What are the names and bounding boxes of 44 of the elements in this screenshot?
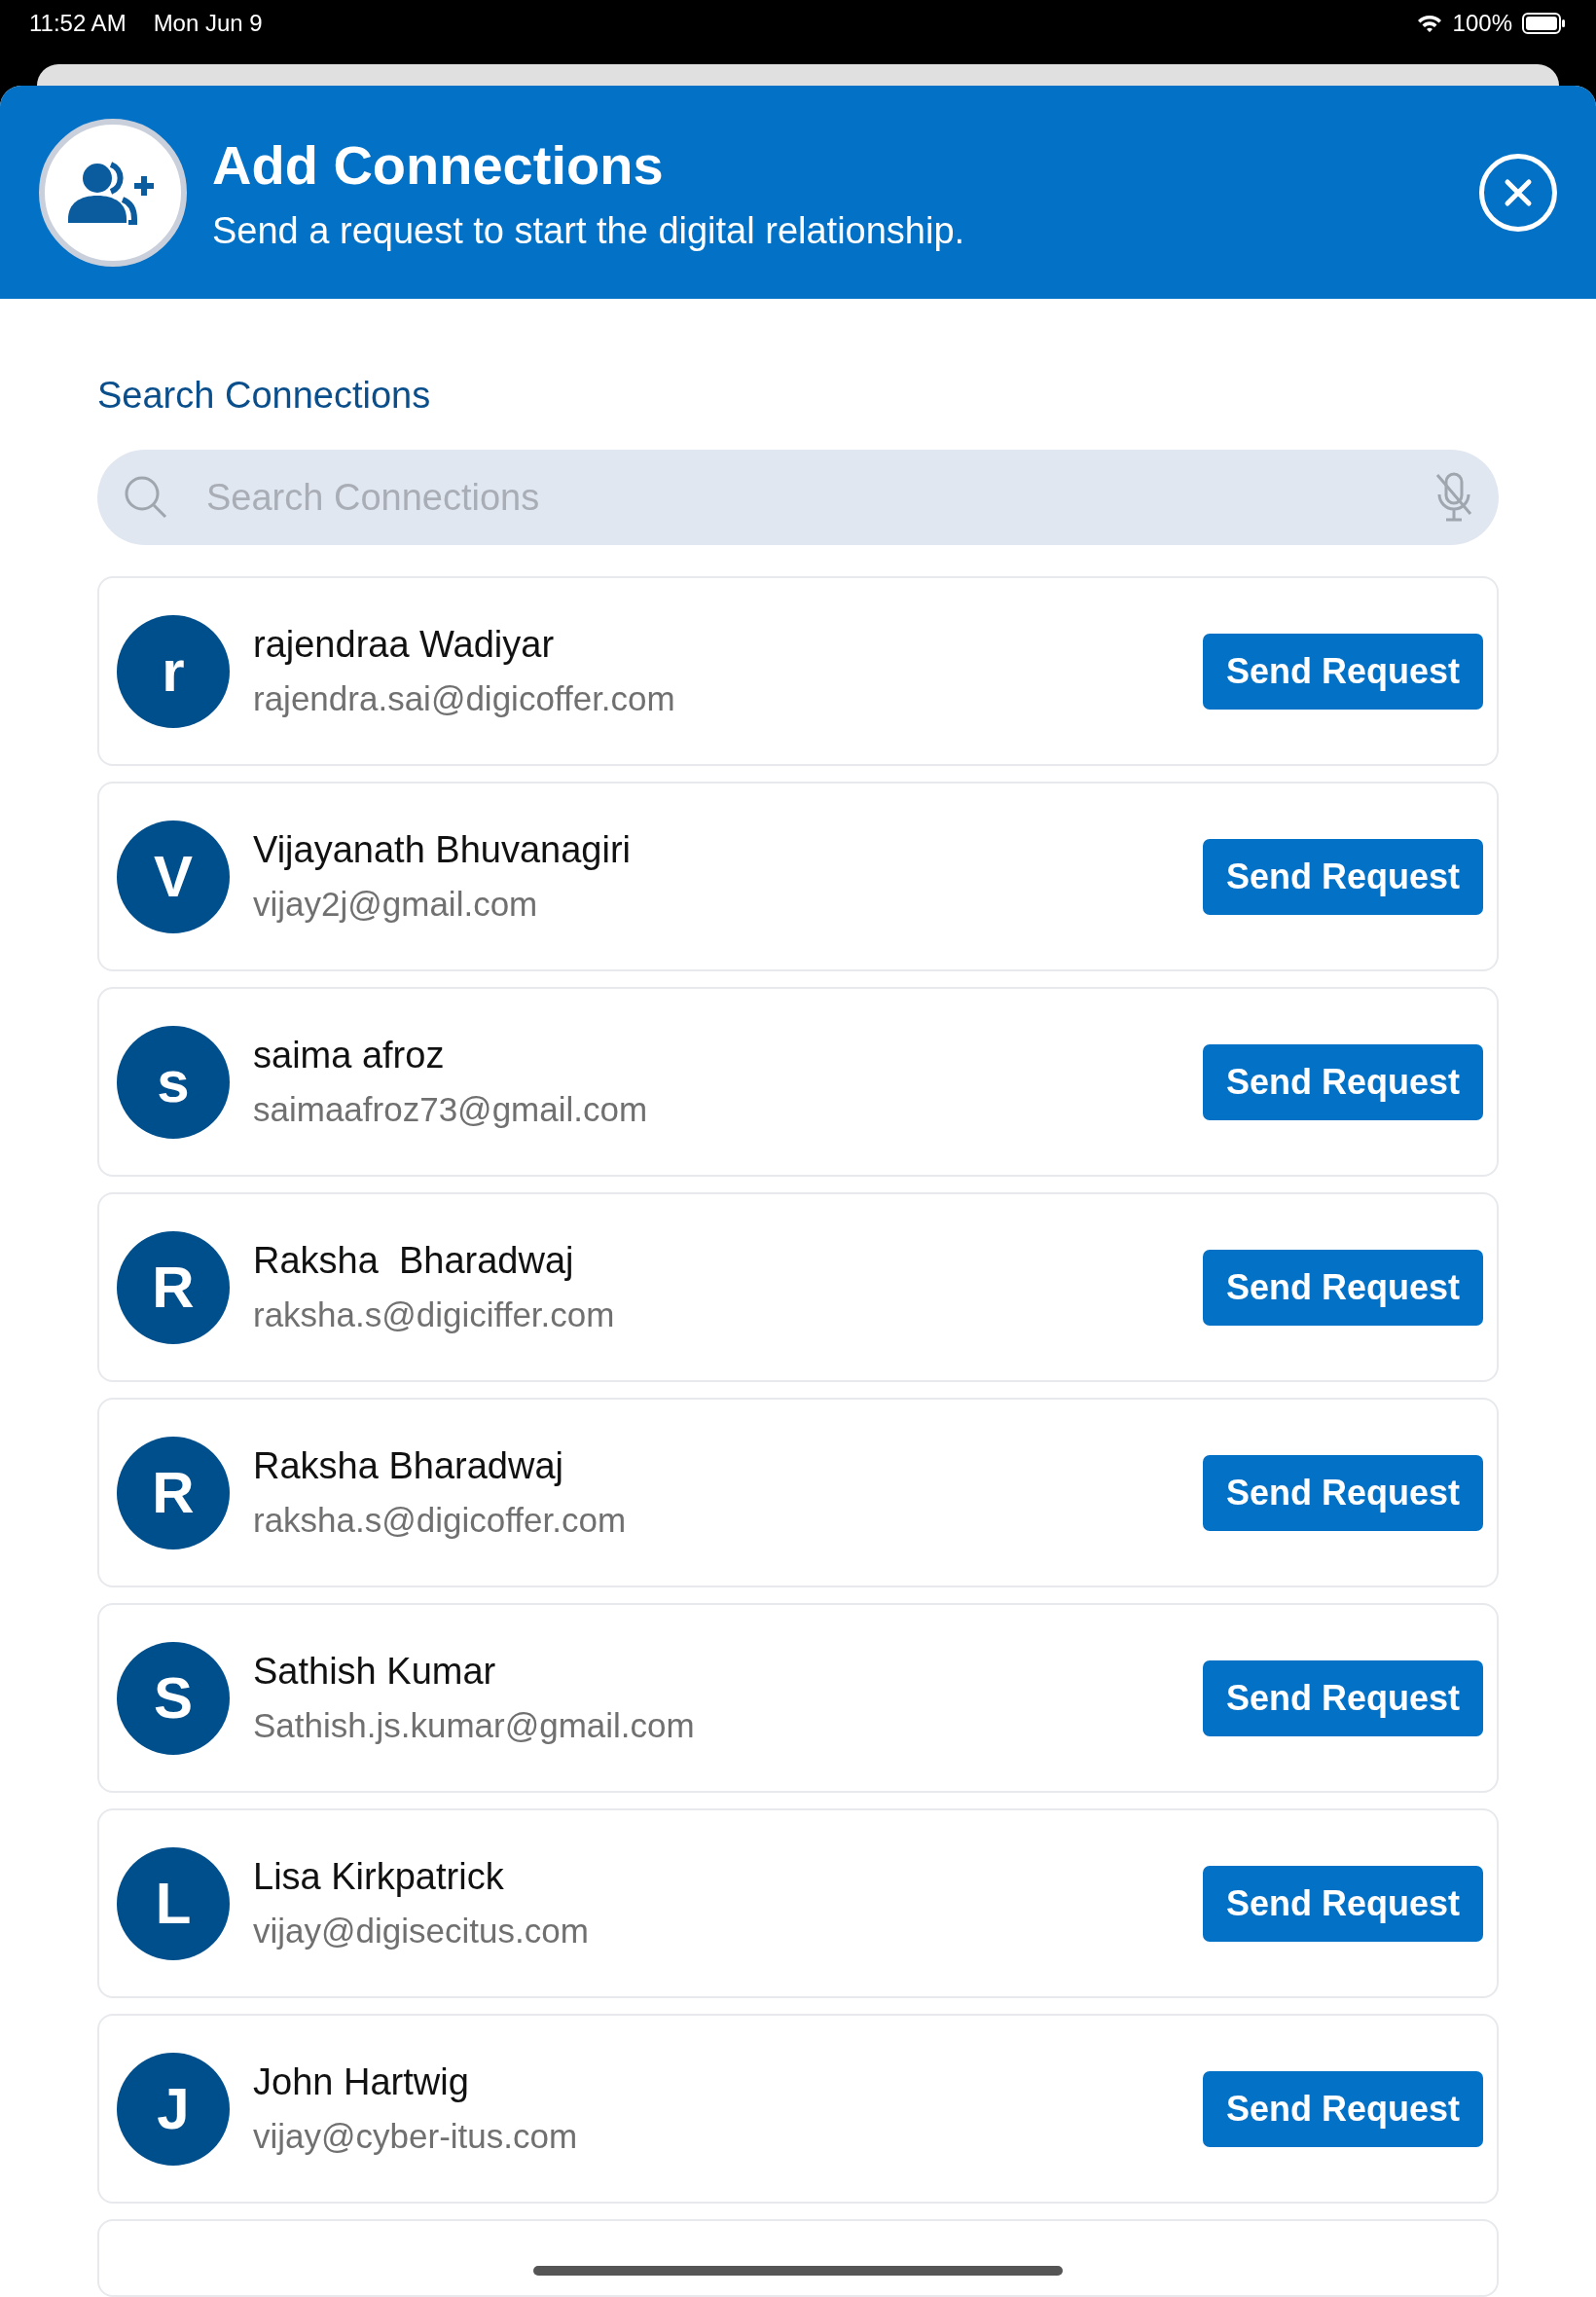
- send-request-button[interactable]: Send Request: [1202, 633, 1483, 710]
- connection-name: Vijayanath Bhuvanagiri: [253, 829, 631, 871]
- avatar: R: [117, 1230, 230, 1344]
- connection-name: saima afroz: [253, 1035, 446, 1076]
- connection-email: rajendra.sai@digicoffer.com: [253, 679, 675, 718]
- close-button[interactable]: [1479, 153, 1557, 232]
- modal-title: Add Connections: [212, 132, 665, 197]
- send-request-button[interactable]: Send Request: [1202, 1043, 1483, 1120]
- send-request-button[interactable]: Send Request: [1202, 1659, 1483, 1736]
- avatar: L: [117, 1846, 230, 1960]
- connection-email: raksha.s@digiciffer.com: [253, 1295, 615, 1334]
- connection-email: Sathish.js.kumar@gmail.com: [253, 1706, 695, 1745]
- send-request-button[interactable]: Send Request: [1202, 1454, 1483, 1531]
- close-icon: [1504, 177, 1533, 207]
- avatar: s: [117, 1025, 230, 1139]
- connection-email: vijay2j@gmail.com: [253, 885, 539, 924]
- search-field[interactable]: Search Connections: [204, 475, 1399, 520]
- connection-name: Raksha Bharadwaj: [253, 1240, 575, 1282]
- connection-name: Raksha Bharadwaj: [253, 1445, 564, 1487]
- send-request-button[interactable]: Send Request: [1202, 1249, 1483, 1326]
- search-bar[interactable]: Search Connections: [97, 450, 1499, 545]
- connection-email: vijay@cyber-itus.com: [253, 2117, 578, 2156]
- connection-name: Sathish Kumar: [253, 1651, 497, 1693]
- avatar: S: [117, 1641, 230, 1755]
- avatar: J: [117, 2052, 230, 2166]
- avatar: R: [117, 1436, 230, 1550]
- modal-subtitle: Send a request to start the digital relationship.: [212, 209, 965, 252]
- avatar: r: [117, 614, 230, 728]
- status-time: 11:52 AM: [29, 10, 127, 37]
- avatar: V: [117, 820, 230, 933]
- send-request-button[interactable]: Send Request: [1202, 1865, 1483, 1942]
- search-icon: [123, 474, 169, 521]
- connection-name: rajendraa Wadiyar: [253, 624, 556, 666]
- connection-email: raksha.s@digicoffer.com: [253, 1501, 627, 1540]
- connection-email: saimaafroz73@gmail.com: [253, 1090, 648, 1129]
- connection-email: vijay@digisecitus.com: [253, 1912, 589, 1951]
- send-request-button[interactable]: Send Request: [1202, 838, 1483, 915]
- status-date: Mon Jun 9: [153, 10, 263, 37]
- send-request-button[interactable]: Send Request: [1202, 2070, 1483, 2147]
- battery-icon: [1522, 13, 1567, 34]
- connection-name: Lisa Kirkpatrick: [253, 1856, 505, 1898]
- battery-percent: 100%: [1452, 10, 1512, 37]
- search-label: Search Connections: [97, 375, 432, 417]
- connection-name: John Hartwig: [253, 2061, 470, 2103]
